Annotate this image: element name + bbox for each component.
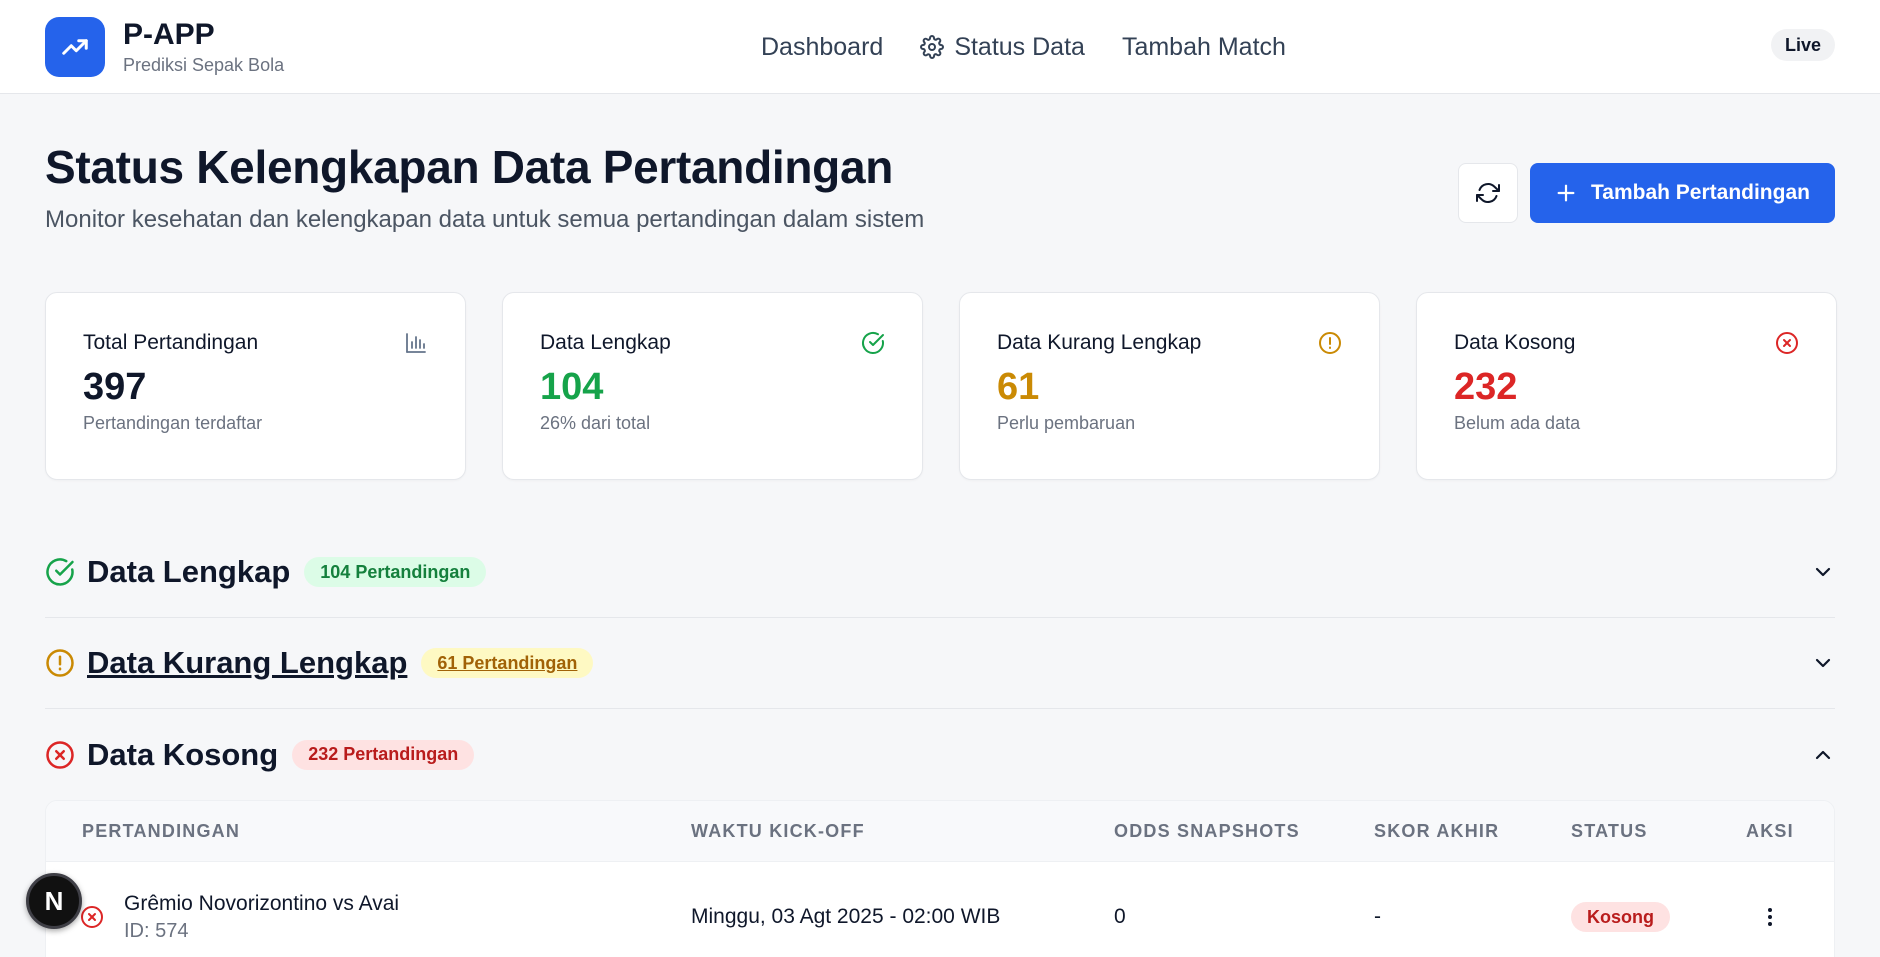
matches-table: PERTANDINGAN WAKTU KICK-OFF ODDS SNAPSHO… — [45, 800, 1835, 957]
status-badge: Kosong — [1571, 902, 1670, 932]
actions-cell — [1758, 862, 1782, 957]
section-data-lengkap[interactable]: Data Lengkap 104 Pertandingan — [45, 527, 1835, 618]
stat-card-kosong: Data Kosong 232 Belum ada data — [1416, 292, 1837, 480]
refresh-icon — [1476, 183, 1500, 203]
stats-row: Total Pertandingan 397 Pertandingan terd… — [45, 292, 1837, 480]
odds-cell: 0 — [1114, 905, 1126, 928]
section-data-kurang-lengkap[interactable]: Data Kurang Lengkap 61 Pertandingan — [45, 618, 1835, 709]
chevron-down-icon[interactable] — [1811, 560, 1835, 584]
column-header-status: STATUS — [1571, 821, 1648, 841]
stat-card-total: Total Pertandingan 397 Pertandingan terd… — [45, 292, 466, 480]
stat-value: 232 — [1454, 366, 1518, 408]
nav-dashboard-label: Dashboard — [761, 32, 884, 61]
stat-value: 104 — [540, 366, 604, 408]
stat-note: Belum ada data — [1454, 412, 1581, 433]
brand: P-APP Prediksi Sepak Bola — [123, 18, 284, 76]
nav-status-data[interactable]: Status Data — [920, 33, 1085, 62]
stat-note: 26% dari total — [540, 412, 651, 433]
match-name: Grêmio Novorizontino vs Avai — [124, 891, 400, 915]
chevron-down-icon[interactable] — [1811, 651, 1835, 675]
page-subtitle: Monitor kesehatan dan kelengkapan data u… — [45, 206, 925, 233]
match-id: ID: 574 — [124, 919, 189, 942]
column-header-kickoff: WAKTU KICK-OFF — [691, 821, 865, 841]
bar-chart-icon — [406, 333, 426, 353]
page-title: Status Kelengkapan Data Pertandingan — [45, 141, 894, 193]
nav-tambah-match[interactable]: Tambah Match — [1122, 33, 1286, 62]
kickoff-cell: Minggu, 03 Agt 2025 - 02:00 WIB — [691, 905, 1001, 928]
section-count-badge: 232 Pertandingan — [292, 739, 475, 770]
brand-subtitle: Prediksi Sepak Bola — [123, 54, 285, 75]
column-header-pertandingan: PERTANDINGAN — [82, 821, 241, 841]
top-bar: P-APP Prediksi Sepak Bola Dashboard Stat… — [0, 0, 1880, 94]
alert-circle-icon — [1319, 332, 1341, 354]
add-match-button-label: Tambah Pertandingan — [1591, 181, 1810, 204]
check-circle-icon — [46, 558, 74, 586]
section-title: Data Lengkap — [87, 554, 291, 589]
refresh-button[interactable] — [1458, 163, 1518, 223]
table-header: PERTANDINGAN WAKTU KICK-OFF ODDS SNAPSHO… — [46, 801, 1834, 862]
section-count-badge: 104 Pertandingan — [304, 557, 487, 587]
column-header-aksi: AKSI — [1746, 821, 1794, 841]
stat-label: Data Kurang Lengkap — [997, 331, 1202, 354]
stat-value: 397 — [83, 366, 147, 408]
column-header-skor: SKOR AKHIR — [1374, 821, 1500, 841]
page-heading: Status Kelengkapan Data Pertandingan Mon… — [45, 140, 924, 234]
section-data-kosong[interactable]: Data Kosong 232 Pertandingan — [45, 709, 1835, 800]
x-circle-icon — [81, 906, 103, 928]
nav-status-data-label: Status Data — [954, 32, 1085, 61]
check-circle-icon — [862, 331, 884, 354]
score-cell: - — [1374, 905, 1381, 928]
stat-value: 61 — [997, 366, 1040, 408]
live-badge: Live — [1770, 29, 1835, 61]
plus-icon — [1557, 184, 1575, 202]
brand-title: P-APP — [123, 17, 215, 51]
stat-label: Data Lengkap — [540, 331, 671, 354]
chevron-up-icon[interactable] — [1811, 743, 1835, 767]
app-logo[interactable] — [45, 16, 105, 77]
trending-up-icon — [62, 38, 88, 55]
stat-note: Pertandingan terdaftar — [83, 412, 263, 433]
status-cell: Kosong — [1571, 862, 1670, 957]
stat-note: Perlu pembaruan — [997, 412, 1136, 433]
stat-card-kurang: Data Kurang Lengkap 61 Perlu pembaruan — [959, 292, 1380, 480]
more-vertical-icon[interactable] — [1758, 905, 1782, 929]
stat-card-lengkap: Data Lengkap 104 26% dari total — [502, 292, 923, 480]
section-title: Data Kurang Lengkap — [87, 645, 408, 680]
match-cell: Grêmio Novorizontino vs Avai ID: 574 — [124, 862, 399, 957]
alert-circle-icon — [46, 649, 74, 677]
table-row[interactable]: Grêmio Novorizontino vs Avai ID: 574 Min… — [46, 862, 1834, 957]
row-status-icon-cell — [80, 862, 104, 957]
x-circle-icon — [1776, 332, 1798, 354]
add-match-button[interactable]: Tambah Pertandingan — [1530, 163, 1835, 223]
section-count-badge: 61 Pertandingan — [421, 648, 594, 678]
section-title: Data Kosong — [87, 736, 279, 772]
nav-tambah-match-label: Tambah Match — [1121, 32, 1286, 61]
x-circle-icon — [46, 740, 74, 769]
nav-dashboard[interactable]: Dashboard — [761, 33, 883, 62]
dev-tools-avatar[interactable]: N — [26, 873, 82, 929]
column-header-odds: ODDS SNAPSHOTS — [1114, 821, 1300, 841]
stat-label: Total Pertandingan — [83, 331, 259, 354]
main-nav: Dashboard Status Data Tambah Match — [761, 0, 1286, 94]
stat-label: Data Kosong — [1454, 331, 1576, 354]
gear-icon — [920, 35, 945, 59]
